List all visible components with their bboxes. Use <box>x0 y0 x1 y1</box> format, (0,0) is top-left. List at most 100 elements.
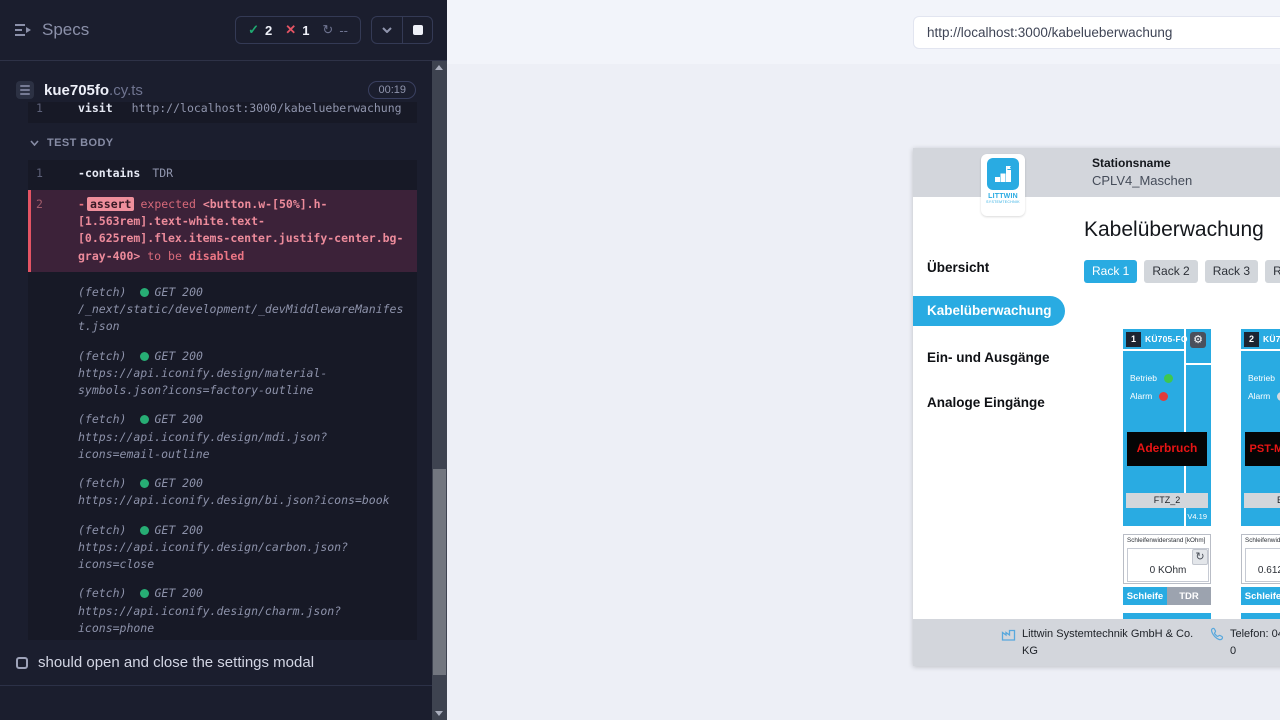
sidebar-item-uebersicht[interactable]: Übersicht <box>927 260 989 275</box>
specs-label[interactable]: Specs <box>42 20 89 40</box>
app-header: Stationsname CPLV4_Maschen ⚙ Abmelden <box>913 148 1280 197</box>
failed-count: 1 <box>302 23 309 38</box>
resistance-label: Schleifenwiderstand [kOhm] <box>1124 535 1210 546</box>
stage: Stationsname CPLV4_Maschen ⚙ Abmelden LI… <box>447 64 1280 720</box>
passed-count: 2 <box>265 23 272 38</box>
fetch-log-entry: (fetch)GET 200https://api.iconify.design… <box>28 411 417 463</box>
fetch-url: https://api.iconify.design/carbon.json?i… <box>78 539 405 574</box>
status-dot-icon <box>140 526 149 535</box>
spec-timer: 00:19 <box>368 81 416 99</box>
fetch-log-entry: (fetch)GET 200https://api.iconify.design… <box>28 522 417 574</box>
device-number: 1 <box>1126 332 1141 347</box>
status-dot-icon <box>140 479 149 488</box>
schleife-button[interactable]: Schleife <box>1241 587 1280 605</box>
alarm-led <box>1159 392 1168 401</box>
app-viewport: Stationsname CPLV4_Maschen ⚙ Abmelden LI… <box>913 148 1280 666</box>
status-dot-icon <box>140 415 149 424</box>
refresh-button[interactable]: ↻ <box>1192 549 1208 565</box>
betrieb-label: Betrieb <box>1130 373 1157 383</box>
sidebar-item-ein-und-ausgaenge[interactable]: Ein- und Ausgänge <box>927 350 1050 365</box>
page-title: Kabelüberwachung <box>1084 218 1264 242</box>
browser-toolbar: http://localhost:3000/kabelueberwachung … <box>447 0 1280 64</box>
line-number: 2 <box>36 196 43 213</box>
contains-command[interactable]: 1-containsTDR <box>28 160 417 187</box>
section-label: TEST BODY <box>47 135 114 152</box>
test-body-section[interactable]: TEST BODY <box>30 135 432 152</box>
next-test-row[interactable]: should open and close the settings modal <box>0 646 432 686</box>
factory-icon <box>1001 627 1016 642</box>
cable-name: FTZ_2 <box>1126 493 1208 508</box>
stop-icon <box>413 25 423 35</box>
visit-command[interactable]: 1 visit http://localhost:3000/kabelueber… <box>28 102 417 122</box>
command-arg: TDR <box>152 166 173 180</box>
rack-tabs: Rack 1 Rack 2 Rack 3 Rack 4 <box>1084 260 1280 283</box>
chevron-down-icon <box>30 140 39 146</box>
firmware-version: V4.19 <box>1187 512 1207 521</box>
resistance-value: 0.612 KOhm <box>1246 565 1280 576</box>
gear-icon: ⚙ <box>1193 334 1203 346</box>
pending-stat[interactable]: ↻-- <box>322 22 348 38</box>
footer-company: Littwin Systemtechnik GmbH & Co. KG <box>1001 626 1200 659</box>
sidebar-item-analoge-eingaenge[interactable]: Analoge Eingänge <box>927 395 1045 410</box>
resistance-value-box: ↻ 0 KOhm <box>1127 548 1209 582</box>
fetch-url: /_next/static/development/_devMiddleware… <box>78 301 405 336</box>
scrollbar-thumb[interactable] <box>433 469 446 675</box>
schleife-button[interactable]: Schleife <box>1123 587 1167 605</box>
tdr-button[interactable]: TDR <box>1167 587 1211 605</box>
line-number: 1 <box>36 165 43 182</box>
fetch-log-entry: (fetch)GET 200https://api.iconify.design… <box>28 348 417 400</box>
runner-controls <box>371 16 433 44</box>
tab-rack-1[interactable]: Rack 1 <box>1084 260 1137 283</box>
chevron-down-icon <box>382 27 392 33</box>
device-model: KÜ705-FO <box>1145 334 1188 344</box>
scroll-down-arrow[interactable] <box>435 711 443 716</box>
passed-stat[interactable]: ✓2 <box>248 22 272 38</box>
betrieb-label: Betrieb <box>1248 373 1275 383</box>
status-display: PST-M prüfen <box>1245 432 1280 466</box>
runner-header: Specs ✓2 ✕1 ↻-- <box>0 0 447 61</box>
test-stats: ✓2 ✕1 ↻-- <box>235 16 361 44</box>
command-log: 1 visit http://localhost:3000/kabelueber… <box>0 102 432 640</box>
app-footer: Littwin Systemtechnik GmbH & Co. KG Tele… <box>913 619 1280 666</box>
device-card-2: 2 KÜ705-FO ⚙ Betrieb Alarm PST-M prüfen … <box>1241 329 1280 629</box>
assert-chip: assert <box>87 197 135 211</box>
x-icon: ✕ <box>285 22 296 38</box>
spec-name: kue705fo <box>44 82 109 99</box>
resistance-panel: Schleifenwiderstand [kOhm] ↻ 0 KOhm <box>1123 534 1211 584</box>
commands-block: 1-containsTDR 2-assertexpected <button.w… <box>28 160 417 641</box>
check-icon: ✓ <box>248 22 259 38</box>
tab-rack-3[interactable]: Rack 3 <box>1205 260 1258 283</box>
failed-assert-command[interactable]: 2-assertexpected <button.w-[50%].h-[1.56… <box>28 190 417 272</box>
resistance-value-box: ↻ 0.612 KOhm <box>1245 548 1280 582</box>
url-bar[interactable]: http://localhost:3000/kabelueberwachung <box>913 16 1280 49</box>
fetch-log-entry: (fetch)GET 200https://api.iconify.design… <box>28 585 417 637</box>
fetch-url: https://api.iconify.design/mdi.json?icon… <box>78 429 405 464</box>
sidebar-item-kabelueberwachung[interactable]: Kabelüberwachung <box>913 296 1065 326</box>
alarm-label: Alarm <box>1130 391 1152 401</box>
tab-rack-2[interactable]: Rack 2 <box>1144 260 1197 283</box>
test-box-icon <box>16 657 28 669</box>
next-test-title: should open and close the settings modal <box>38 654 314 671</box>
status-dot-icon <box>140 589 149 598</box>
command-name: contains <box>85 166 140 180</box>
device-number: 2 <box>1244 332 1259 347</box>
device-settings-button[interactable]: ⚙ <box>1190 332 1206 348</box>
status-display: Aderbruch <box>1127 432 1207 466</box>
tab-rack-4[interactable]: Rack 4 <box>1265 260 1280 283</box>
fetch-log-entry: (fetch)GET 200/_next/static/development/… <box>28 284 417 336</box>
resistance-panel: Schleifenwiderstand [kOhm] ↻ 0.612 KOhm <box>1241 534 1280 584</box>
resistance-label: Schleifenwiderstand [kOhm] <box>1242 535 1280 546</box>
pending-count: -- <box>339 23 348 38</box>
refresh-icon: ↻ <box>1195 551 1204 563</box>
phone-icon <box>1209 627 1224 642</box>
fetch-url: https://api.iconify.design/material-symb… <box>78 365 405 400</box>
betrieb-led <box>1164 374 1173 383</box>
stop-button[interactable] <box>402 17 432 43</box>
collapse-button[interactable] <box>372 17 402 43</box>
failed-stat[interactable]: ✕1 <box>285 22 309 38</box>
line-number: 1 <box>36 102 43 117</box>
scroll-up-arrow[interactable] <box>435 65 443 70</box>
company-logo: LITTWIN SYSTEMTECHNIK <box>981 154 1025 216</box>
resistance-value: 0 KOhm <box>1128 565 1208 576</box>
specs-list-icon[interactable] <box>14 23 32 37</box>
